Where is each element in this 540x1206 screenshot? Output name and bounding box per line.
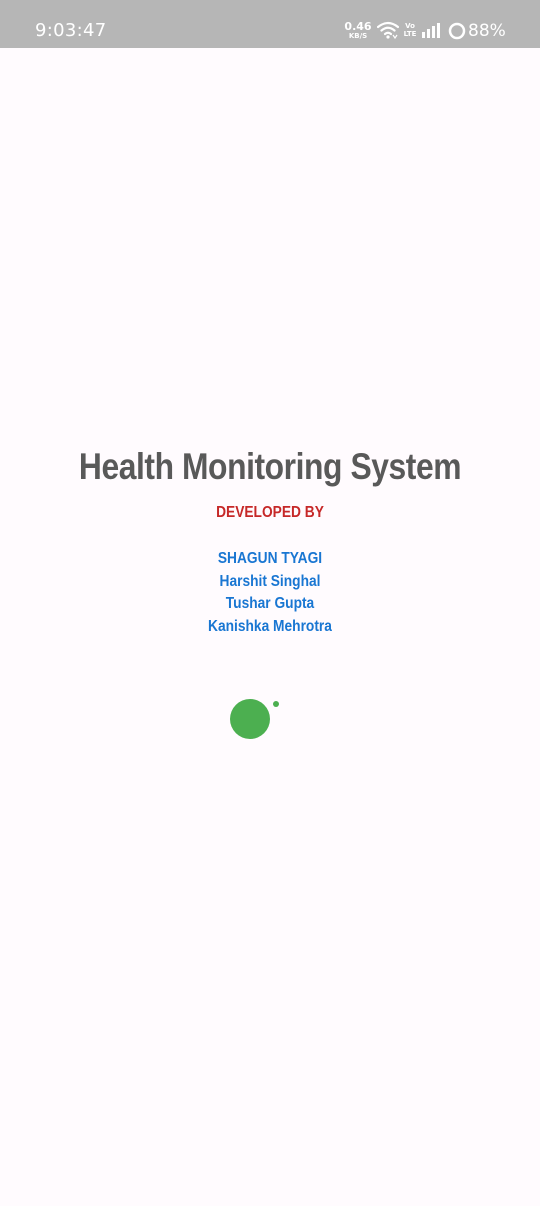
loader-dot-large xyxy=(230,699,270,739)
volte-bottom-label: LTE xyxy=(403,30,417,38)
status-time: 9:03:47 xyxy=(35,20,107,41)
loading-indicator xyxy=(228,698,282,740)
wifi-icon xyxy=(377,21,399,39)
developed-by-label: DEVELOPED BY xyxy=(216,504,324,521)
volte-icon: Vo LTE xyxy=(403,22,417,38)
volte-top-label: Vo xyxy=(405,22,415,30)
app-title: Health Monitoring System xyxy=(78,446,462,487)
splash-content: Health Monitoring System DEVELOPED BY SH… xyxy=(0,440,540,638)
network-speed: 0.46 KB/S xyxy=(344,21,372,40)
network-speed-value: 0.46 xyxy=(344,20,372,33)
loader-dot-small xyxy=(273,701,279,707)
developer-name: Harshit Singhal xyxy=(219,572,321,590)
developer-name: SHAGUN TYAGI xyxy=(217,550,323,567)
network-speed-unit: KB/S xyxy=(348,32,368,40)
battery-ring-icon xyxy=(448,22,466,40)
signal-icon xyxy=(422,23,440,38)
developer-name: Kanishka Mehrotra xyxy=(208,617,332,635)
developer-list: SHAGUN TYAGI Harshit Singhal Tushar Gupt… xyxy=(0,548,540,638)
developer-name: Tushar Gupta xyxy=(225,595,315,612)
status-bar: 9:03:47 0.46 KB/S Vo LTE 88% xyxy=(0,0,540,48)
battery-percent: 88% xyxy=(468,21,506,41)
